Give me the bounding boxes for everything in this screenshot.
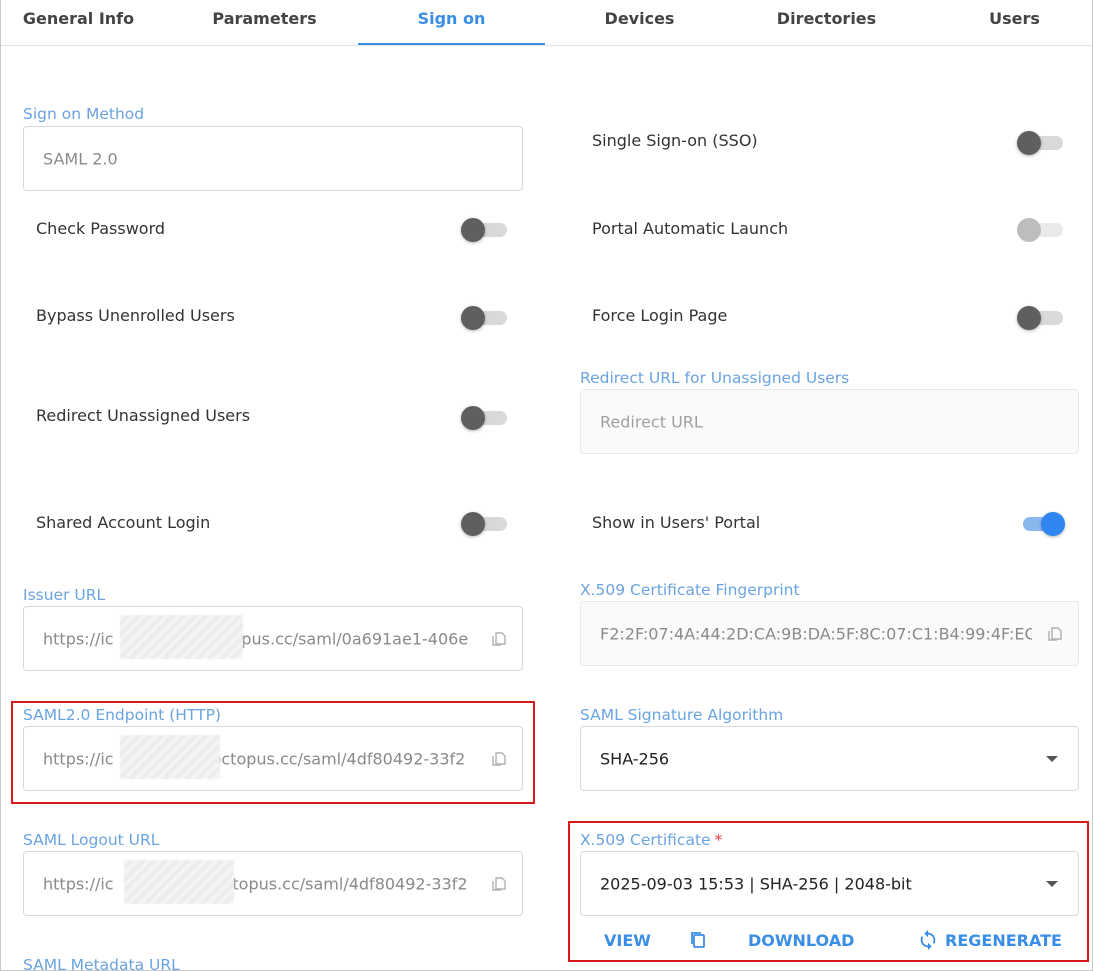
shared-account-label: Shared Account Login	[36, 513, 211, 532]
refresh-icon[interactable]	[917, 929, 939, 951]
redacted-region	[120, 735, 220, 779]
regenerate-button[interactable]: REGENERATE	[945, 931, 1062, 950]
download-button[interactable]: DOWNLOAD	[748, 931, 854, 950]
logout-url-value: https://ic ctopus.cc/saml/4df80492-33f2	[43, 874, 468, 893]
sign-on-method-field[interactable]: SAML 2.0	[23, 126, 523, 191]
saml-endpoint-label: SAML2.0 Endpoint (HTTP)	[23, 706, 221, 724]
redirect-unassigned-label: Redirect Unassigned Users	[36, 406, 251, 425]
signature-algorithm-value: SHA-256	[600, 749, 670, 768]
tab-devices[interactable]: Devices	[546, 0, 733, 45]
tab-users[interactable]: Users	[921, 0, 1092, 45]
saml-endpoint-field[interactable]: https://ic octopus.cc/saml/4df80492-33f2	[23, 726, 523, 791]
copy-icon[interactable]	[688, 930, 708, 950]
certificate-select[interactable]: 2025-09-03 15:53 | SHA-256 | 2048-bit	[580, 851, 1079, 916]
fingerprint-value: F2:2F:07:4A:44:2D:CA:9B:DA:5F:8C:07:C1:B…	[600, 624, 1032, 643]
show-in-portal-toggle[interactable]	[1017, 510, 1065, 538]
sign-on-panel: General Info Parameters Sign on Devices …	[0, 0, 1093, 971]
bypass-unenrolled-toggle[interactable]	[461, 304, 509, 332]
copy-icon[interactable]	[490, 875, 508, 893]
view-button[interactable]: VIEW	[604, 931, 651, 950]
issuer-url-field[interactable]: https://ic opus.cc/saml/0a691ae1-406e	[23, 606, 523, 671]
tab-parameters[interactable]: Parameters	[171, 0, 358, 45]
tab-bar: General Info Parameters Sign on Devices …	[1, 0, 1092, 46]
logout-url-label: SAML Logout URL	[23, 831, 160, 849]
certificate-label: X.509 Certificate *	[580, 831, 723, 849]
fingerprint-label: X.509 Certificate Fingerprint	[580, 581, 800, 599]
redirect-url-label: Redirect URL for Unassigned Users	[580, 369, 850, 387]
tab-directories[interactable]: Directories	[733, 0, 920, 45]
sso-label: Single Sign-on (SSO)	[592, 131, 758, 150]
shared-account-toggle[interactable]	[461, 510, 509, 538]
show-in-portal-label: Show in Users' Portal	[592, 513, 761, 532]
redirect-url-placeholder: Redirect URL	[600, 412, 703, 431]
fingerprint-field[interactable]: F2:2F:07:4A:44:2D:CA:9B:DA:5F:8C:07:C1:B…	[580, 601, 1079, 666]
bypass-unenrolled-label: Bypass Unenrolled Users	[36, 306, 235, 325]
saml-endpoint-value: https://ic octopus.cc/saml/4df80492-33f2	[43, 749, 466, 768]
metadata-url-label: SAML Metadata URL	[23, 956, 180, 971]
signature-algorithm-select[interactable]: SHA-256	[580, 726, 1079, 791]
logout-url-field[interactable]: https://ic ctopus.cc/saml/4df80492-33f2	[23, 851, 523, 916]
redacted-region	[124, 860, 234, 904]
portal-auto-launch-label: Portal Automatic Launch	[592, 219, 789, 238]
check-password-toggle[interactable]	[461, 216, 509, 244]
issuer-url-value: https://ic opus.cc/saml/0a691ae1-406e	[43, 629, 469, 648]
caret-down-icon	[1046, 755, 1058, 762]
signature-algorithm-label: SAML Signature Algorithm	[580, 706, 784, 724]
copy-icon[interactable]	[490, 750, 508, 768]
portal-auto-launch-toggle[interactable]	[1017, 216, 1065, 244]
sign-on-method-label: Sign on Method	[23, 105, 145, 123]
redirect-url-input[interactable]: Redirect URL	[580, 389, 1079, 454]
force-login-toggle[interactable]	[1017, 304, 1065, 332]
tab-sign-on[interactable]: Sign on	[358, 0, 545, 45]
certificate-value: 2025-09-03 15:53 | SHA-256 | 2048-bit	[600, 874, 912, 893]
tab-general-info[interactable]: General Info	[1, 0, 172, 45]
check-password-label: Check Password	[36, 219, 166, 238]
copy-icon[interactable]	[490, 630, 508, 648]
force-login-label: Force Login Page	[592, 306, 728, 325]
sign-on-method-value: SAML 2.0	[43, 149, 118, 168]
redirect-unassigned-toggle[interactable]	[461, 404, 509, 432]
copy-icon[interactable]	[1046, 625, 1064, 643]
issuer-url-label: Issuer URL	[23, 586, 106, 604]
sso-toggle[interactable]	[1017, 129, 1065, 157]
redacted-region	[120, 615, 243, 659]
caret-down-icon	[1046, 880, 1058, 887]
